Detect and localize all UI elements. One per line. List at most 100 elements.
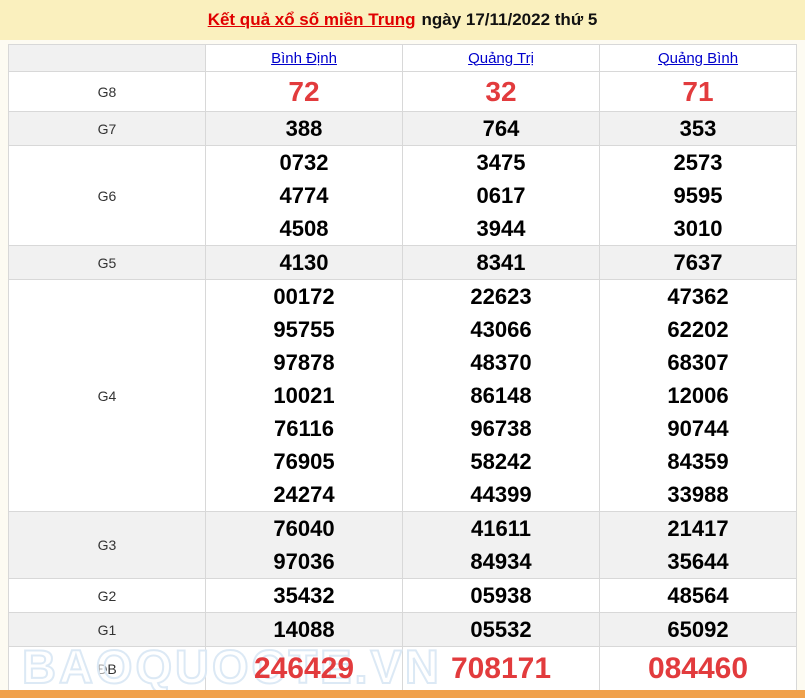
- header-row: Bình Định Quảng Trị Quảng Bình: [9, 45, 797, 72]
- prize-number: 9595: [600, 179, 796, 212]
- prize-cell: 8341: [403, 246, 600, 280]
- corner-cell: [9, 45, 206, 72]
- prize-number: 353: [600, 112, 796, 145]
- prize-label: G7: [9, 112, 206, 146]
- prize-number: 48370: [403, 346, 599, 379]
- prize-number: 764: [403, 112, 599, 145]
- prize-number: 05532: [403, 613, 599, 646]
- prize-number: 95755: [206, 313, 402, 346]
- prize-number: 24274: [206, 478, 402, 511]
- prize-row: G6073247744508347506173944257395953010: [9, 146, 797, 246]
- prize-label: G4: [9, 280, 206, 512]
- prize-cell: 05938: [403, 579, 600, 613]
- prize-cell: 764: [403, 112, 600, 146]
- prize-label: G2: [9, 579, 206, 613]
- prize-cell: 22623430664837086148967385824244399: [403, 280, 600, 512]
- prize-number: 4130: [206, 246, 402, 279]
- prize-number: 90744: [600, 412, 796, 445]
- prize-number: 7637: [600, 246, 796, 279]
- prize-number: 4774: [206, 179, 402, 212]
- prize-number: 00172: [206, 280, 402, 313]
- prize-cell: 2141735644: [600, 512, 797, 579]
- prize-number: 3010: [600, 212, 796, 245]
- prize-label: ĐB: [9, 647, 206, 692]
- prize-number: 47362: [600, 280, 796, 313]
- prize-number: 14088: [206, 613, 402, 646]
- prize-cell: 32: [403, 72, 600, 112]
- prize-number: 76040: [206, 512, 402, 545]
- prize-number: 62202: [600, 313, 796, 346]
- prize-cell: 388: [206, 112, 403, 146]
- prize-number: 76116: [206, 412, 402, 445]
- prize-number: 35644: [600, 545, 796, 578]
- prize-number: 71: [600, 72, 796, 111]
- province-link-1[interactable]: Bình Định: [271, 50, 337, 67]
- prize-row: G3760409703641611849342141735644: [9, 512, 797, 579]
- prize-number: 43066: [403, 313, 599, 346]
- prize-row: G400172957559787810021761167690524274226…: [9, 280, 797, 512]
- prize-cell: 084460: [600, 647, 797, 692]
- prize-row: G5413083417637: [9, 246, 797, 280]
- prize-number: 96738: [403, 412, 599, 445]
- prize-cell: 00172957559787810021761167690524274: [206, 280, 403, 512]
- prize-number: 21417: [600, 512, 796, 545]
- prize-number: 2573: [600, 146, 796, 179]
- prize-cell: 48564: [600, 579, 797, 613]
- prize-number: 97036: [206, 545, 402, 578]
- column-header: Bình Định: [206, 45, 403, 72]
- prize-number: 35432: [206, 579, 402, 612]
- prize-number: 0732: [206, 146, 402, 179]
- prize-number: 10021: [206, 379, 402, 412]
- prize-label: G3: [9, 512, 206, 579]
- column-header: Quảng Trị: [403, 45, 600, 72]
- prize-cell: 257395953010: [600, 146, 797, 246]
- prize-cell: 72: [206, 72, 403, 112]
- title-link[interactable]: Kết quả xổ số miền Trung: [208, 10, 416, 30]
- prize-number: 8341: [403, 246, 599, 279]
- prize-cell: 708171: [403, 647, 600, 692]
- prize-cell: 7604097036: [206, 512, 403, 579]
- prize-number: 84359: [600, 445, 796, 478]
- prize-cell: 4161184934: [403, 512, 600, 579]
- prize-number: 72: [206, 72, 402, 111]
- prize-label: G6: [9, 146, 206, 246]
- prize-cell: 14088: [206, 613, 403, 647]
- prize-row: ĐB246429708171084460: [9, 647, 797, 692]
- prize-number: 4508: [206, 212, 402, 245]
- prize-number: 84934: [403, 545, 599, 578]
- province-link-3[interactable]: Quảng Bình: [658, 50, 738, 67]
- prize-number: 41611: [403, 512, 599, 545]
- prize-number: 76905: [206, 445, 402, 478]
- province-link-2[interactable]: Quảng Trị: [468, 50, 534, 67]
- prize-cell: 47362622026830712006907448435933988: [600, 280, 797, 512]
- title-date-text: ngày 17/11/2022 thứ 5: [422, 10, 598, 30]
- prize-number: 86148: [403, 379, 599, 412]
- column-header: Quảng Bình: [600, 45, 797, 72]
- prize-number: 388: [206, 112, 402, 145]
- prize-label: G5: [9, 246, 206, 280]
- prize-cell: 7637: [600, 246, 797, 280]
- lottery-results-table: Bình ĐịnhQuảng TrịQuảng Bình G8723271G73…: [8, 44, 797, 692]
- prize-number: 33988: [600, 478, 796, 511]
- prize-row: G2354320593848564: [9, 579, 797, 613]
- results-body: G8723271G7388764353G60732477445083475061…: [9, 72, 797, 692]
- prize-number: 22623: [403, 280, 599, 313]
- prize-cell: 65092: [600, 613, 797, 647]
- prize-number: 48564: [600, 579, 796, 612]
- prize-label: G8: [9, 72, 206, 112]
- prize-number: 44399: [403, 478, 599, 511]
- bottom-orange-bar: [0, 690, 805, 698]
- prize-cell: 353: [600, 112, 797, 146]
- prize-row: G1140880553265092: [9, 613, 797, 647]
- prize-number: 0617: [403, 179, 599, 212]
- prize-cell: 35432: [206, 579, 403, 613]
- prize-number: 12006: [600, 379, 796, 412]
- prize-label: G1: [9, 613, 206, 647]
- prize-cell: 05532: [403, 613, 600, 647]
- prize-cell: 073247744508: [206, 146, 403, 246]
- prize-cell: 71: [600, 72, 797, 112]
- prize-row: G8723271: [9, 72, 797, 112]
- prize-cell: 246429: [206, 647, 403, 692]
- prize-number: 68307: [600, 346, 796, 379]
- prize-number: 32: [403, 72, 599, 111]
